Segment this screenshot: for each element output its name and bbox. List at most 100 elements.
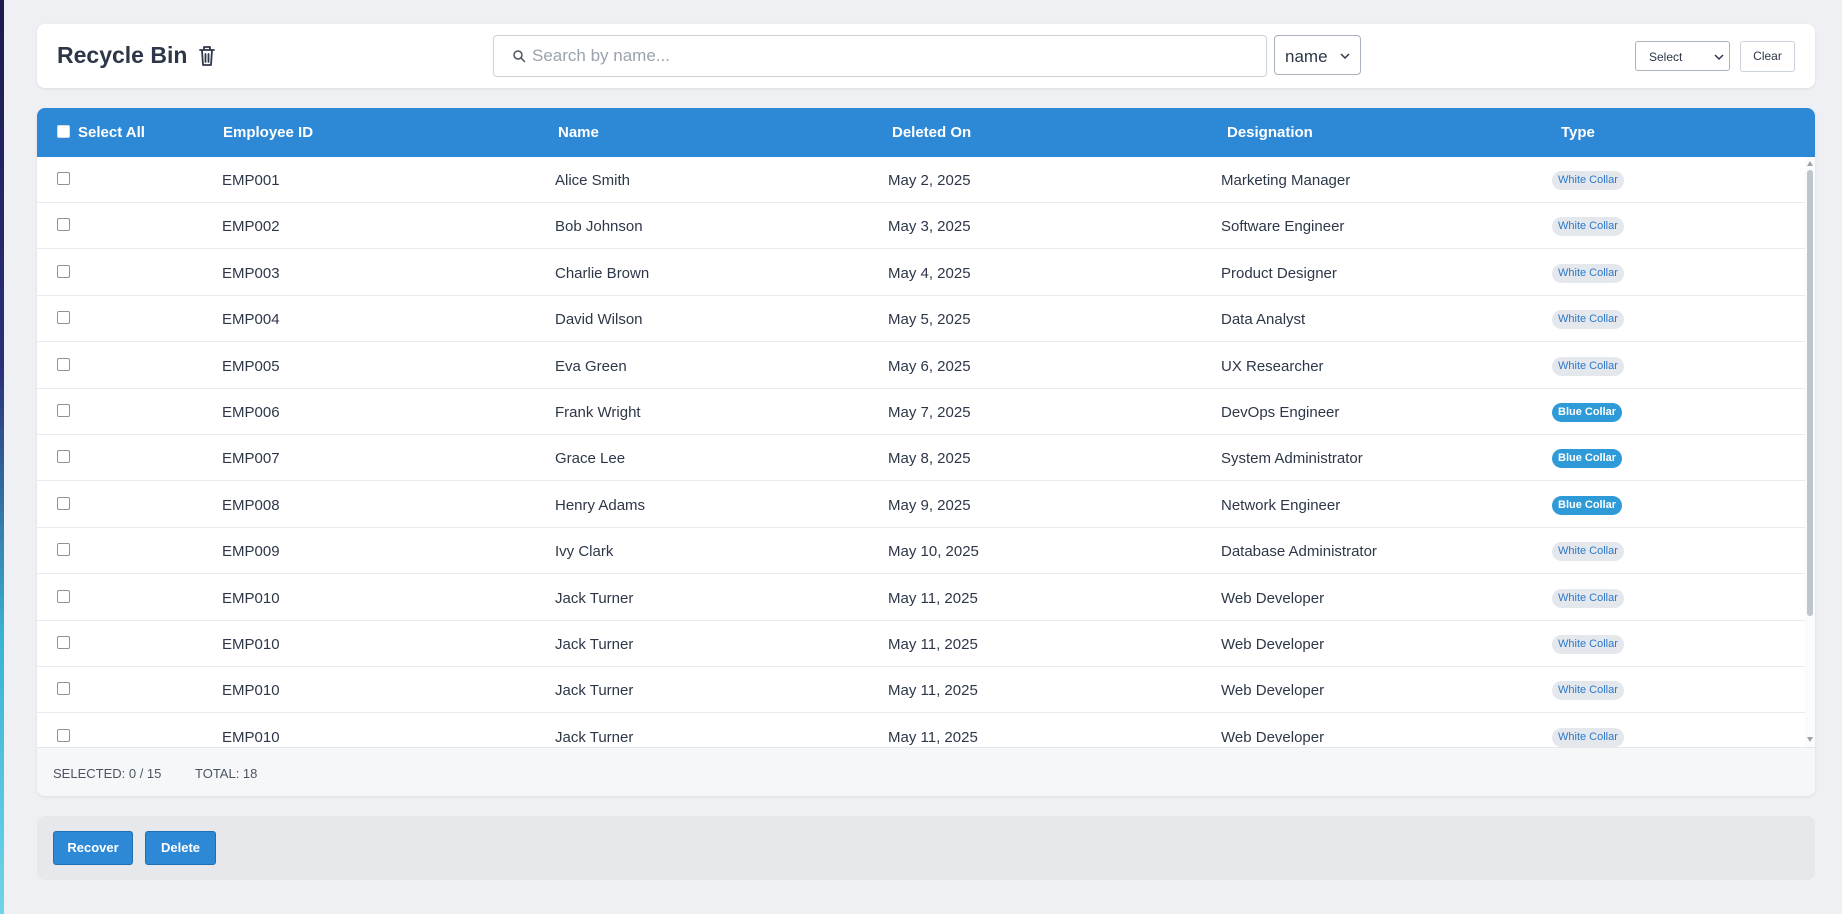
employee-id-cell: EMP010 <box>222 682 280 700</box>
table-header: Select All Employee ID Name Deleted On D… <box>37 108 1815 157</box>
deleted-on-cell: May 3, 2025 <box>888 218 971 236</box>
select-all-label[interactable]: Select All <box>78 124 145 141</box>
designation-cell: Data Analyst <box>1221 311 1306 329</box>
designation-cell: DevOps Engineer <box>1221 404 1340 421</box>
window-edge-decoration <box>0 0 4 914</box>
employee-id-cell: EMP008 <box>222 496 280 514</box>
deleted-on-cell: May 6, 2025 <box>888 357 971 375</box>
deleted-on-cell: May 11, 2025 <box>888 728 978 746</box>
row-checkbox[interactable] <box>57 404 70 417</box>
search-box[interactable] <box>493 35 1267 77</box>
scroll-down-arrow-icon[interactable] <box>1807 737 1813 742</box>
table-scrollbar[interactable] <box>1805 157 1815 747</box>
column-header-deleted-on: Deleted On <box>892 124 972 141</box>
search-icon <box>513 50 526 63</box>
employee-id-cell: EMP005 <box>222 357 280 375</box>
name-cell: Frank Wright <box>555 404 641 421</box>
designation-cell: Web Developer <box>1221 682 1325 700</box>
employee-id-cell: EMP009 <box>222 543 280 561</box>
clear-button[interactable]: Clear <box>1740 41 1795 72</box>
table-row[interactable]: EMP008 Henry Adams May 9, 2025 Network Engi… <box>37 482 1805 528</box>
row-checkbox[interactable] <box>57 172 70 185</box>
deleted-on-cell: May 10, 2025 <box>888 543 979 561</box>
row-checkbox[interactable] <box>57 311 70 325</box>
table-row[interactable]: EMP007 Grace Lee May 8, 2025 System Adminis… <box>37 435 1805 482</box>
designation-cell: System Administrator <box>1221 450 1363 468</box>
header-bar: Recycle Bin name Select Clear <box>37 24 1815 88</box>
type-filter-select[interactable]: Select <box>1635 41 1730 71</box>
page-title: Recycle Bin <box>57 42 188 68</box>
row-checkbox[interactable] <box>57 728 70 742</box>
row-checkbox[interactable] <box>57 264 70 278</box>
type-badge: White Collar <box>1552 171 1624 190</box>
designation-cell: Network Engineer <box>1221 496 1341 514</box>
table-row[interactable]: EMP004 David Wilson May 5, 2025 Data Analys… <box>37 296 1805 343</box>
deleted-on-cell: May 4, 2025 <box>888 264 971 282</box>
row-checkbox[interactable] <box>57 543 70 557</box>
row-checkbox[interactable] <box>57 636 70 649</box>
type-badge: White Collar <box>1552 356 1624 376</box>
table-footer: SELECTED: 0 / 15 TOTAL: 18 <box>37 747 1815 796</box>
row-checkbox[interactable] <box>57 357 70 371</box>
table-row[interactable]: EMP010 Jack Turner May 11, 2025 Web Develop… <box>37 714 1805 747</box>
scrollbar-thumb[interactable] <box>1807 170 1813 616</box>
deleted-on-cell: May 2, 2025 <box>888 172 971 189</box>
search-field-select[interactable]: name <box>1274 35 1361 75</box>
employee-id-cell: EMP001 <box>222 172 280 189</box>
deleted-on-cell: May 8, 2025 <box>888 450 971 468</box>
table-row[interactable]: EMP009 Ivy Clark May 10, 2025 Database Admi… <box>37 528 1805 575</box>
designation-cell: Web Developer <box>1221 636 1325 653</box>
column-header-designation: Designation <box>1227 124 1313 141</box>
type-filter-value: Select <box>1649 50 1683 64</box>
actions-bar: Recover Delete <box>37 816 1815 880</box>
table-row[interactable]: EMP003 Charlie Brown May 4, 2025 Product De… <box>37 250 1805 296</box>
designation-cell: UX Researcher <box>1221 357 1324 375</box>
table-row[interactable]: EMP010 Jack Turner May 11, 2025 Web Develop… <box>37 621 1805 667</box>
type-badge: Blue Collar <box>1552 495 1623 515</box>
name-cell: Jack Turner <box>555 636 634 653</box>
type-badge: White Collar <box>1552 727 1624 747</box>
type-badge: White Collar <box>1552 263 1624 283</box>
deleted-on-cell: May 7, 2025 <box>888 404 971 421</box>
name-cell: Jack Turner <box>555 589 634 607</box>
deleted-on-cell: May 9, 2025 <box>888 496 971 514</box>
designation-cell: Software Engineer <box>1221 218 1345 236</box>
table-row[interactable]: EMP010 Jack Turner May 11, 2025 Web Develop… <box>37 667 1805 714</box>
row-checkbox[interactable] <box>57 589 70 603</box>
recover-button[interactable]: Recover <box>53 831 133 865</box>
employee-id-cell: EMP010 <box>222 728 280 746</box>
search-input[interactable] <box>532 44 1252 68</box>
row-checkbox[interactable] <box>57 496 70 510</box>
type-badge: White Collar <box>1552 681 1624 701</box>
delete-button[interactable]: Delete <box>145 831 216 865</box>
name-cell: Jack Turner <box>555 682 634 700</box>
type-badge: White Collar <box>1552 588 1624 608</box>
name-cell: Ivy Clark <box>555 543 614 561</box>
deleted-on-cell: May 11, 2025 <box>888 636 978 653</box>
total-count: TOTAL: 18 <box>195 766 258 781</box>
table-row[interactable]: EMP002 Bob Johnson May 3, 2025 Software Eng… <box>37 203 1805 250</box>
table-row[interactable]: EMP005 Eva Green May 6, 2025 UX Researcher W… <box>37 343 1805 389</box>
table-row[interactable]: EMP001 Alice Smith May 2, 2025 Marketing Ma… <box>37 157 1805 203</box>
row-checkbox[interactable] <box>57 218 70 232</box>
table-row[interactable]: EMP010 Jack Turner May 11, 2025 Web Develop… <box>37 575 1805 621</box>
deleted-on-cell: May 11, 2025 <box>888 589 978 607</box>
table-row[interactable]: EMP006 Frank Wright May 7, 2025 DevOps Engi… <box>37 389 1805 435</box>
selected-count: SELECTED: 0 / 15 <box>53 766 162 781</box>
recycle-bin-table: Select All Employee ID Name Deleted On D… <box>37 108 1815 796</box>
select-all-checkbox[interactable] <box>57 125 70 138</box>
type-badge: Blue Collar <box>1552 449 1623 469</box>
employee-id-cell: EMP010 <box>222 636 280 653</box>
type-badge: White Collar <box>1552 542 1624 562</box>
chevron-down-icon <box>1714 54 1724 61</box>
column-header-name: Name <box>558 124 599 141</box>
designation-cell: Web Developer <box>1221 728 1325 746</box>
designation-cell: Database Administrator <box>1221 543 1377 561</box>
column-header-type: Type <box>1561 124 1595 141</box>
row-checkbox[interactable] <box>57 450 70 464</box>
type-badge: Blue Collar <box>1552 403 1623 422</box>
scroll-up-arrow-icon[interactable] <box>1807 161 1813 166</box>
row-checkbox[interactable] <box>57 682 70 696</box>
employee-id-cell: EMP004 <box>222 311 280 329</box>
name-cell: Eva Green <box>555 357 627 375</box>
